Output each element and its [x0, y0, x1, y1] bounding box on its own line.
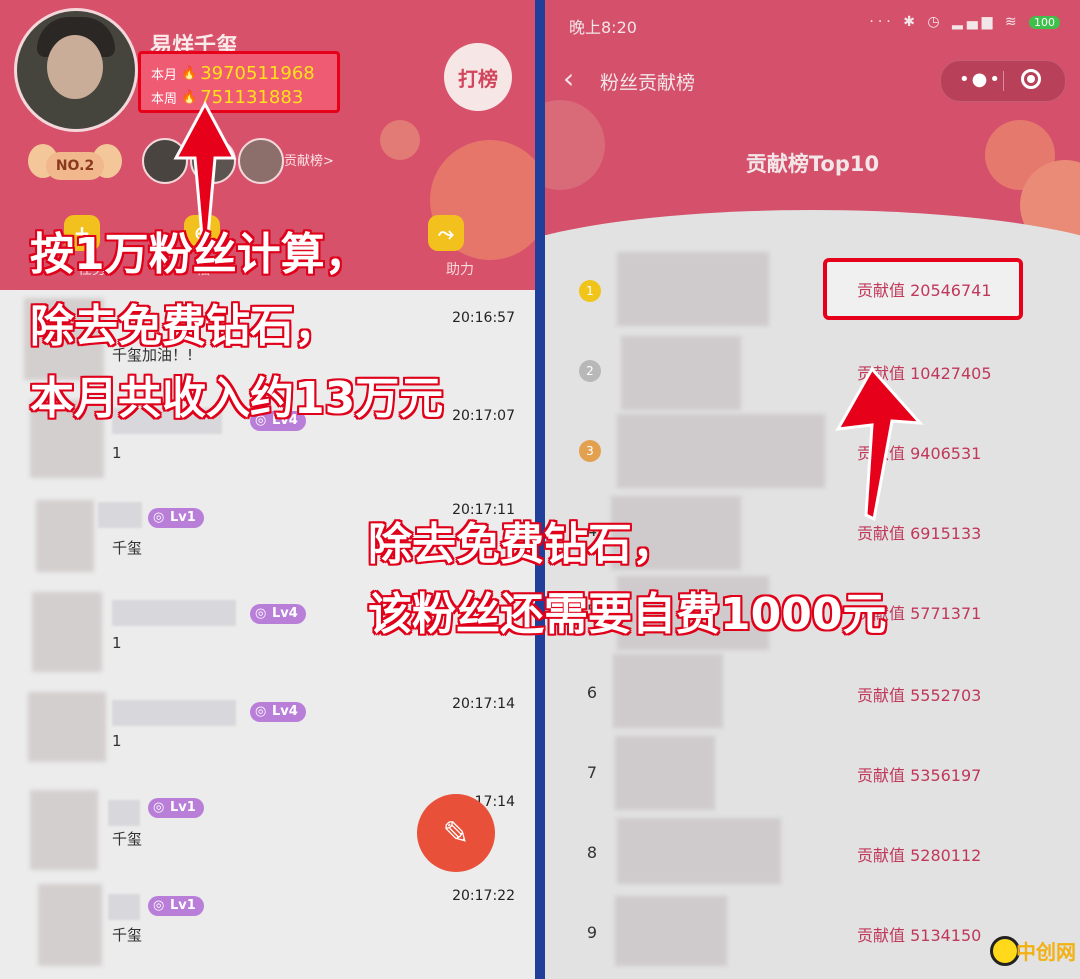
avatar	[617, 414, 825, 488]
share-icon[interactable]: ⤳	[428, 215, 464, 251]
alarm-icon: ◷	[927, 14, 944, 30]
rank-number: 9	[586, 923, 598, 942]
gold-medal-icon: 1	[579, 280, 601, 302]
red-arrow-up	[835, 366, 924, 522]
timestamp: 20:17:07	[452, 408, 515, 424]
signal-icon: ▂▄▆	[952, 14, 997, 30]
table-row[interactable]: 3 贡献值 9406531	[545, 412, 1080, 492]
level-badge: Lv1	[148, 798, 204, 818]
username	[108, 894, 140, 920]
rank-badge-label: NO.2	[46, 152, 104, 180]
more-icon[interactable]: •●•	[959, 69, 1002, 90]
watermark-text: 中创网	[1016, 940, 1076, 964]
rank-number: 6	[586, 683, 598, 702]
timestamp: 20:17:22	[452, 888, 515, 904]
table-row[interactable]: 6 贡献值 5552703	[545, 652, 1080, 732]
more-dots-icon: ···	[869, 14, 895, 30]
avatar	[28, 692, 106, 762]
table-row[interactable]: 2 贡献值 10427405	[545, 332, 1080, 412]
level-badge: Lv4	[250, 702, 306, 722]
capsule-divider	[1003, 71, 1004, 91]
watermark-logo: 中创网	[990, 930, 1076, 975]
list-item[interactable]: Lv1 20:17:22 千玺	[0, 880, 535, 977]
decor-bubble	[380, 120, 420, 160]
pencil-icon[interactable]: ✎	[417, 794, 495, 872]
bluetooth-icon: ✱	[903, 14, 919, 30]
username	[108, 800, 140, 826]
section-title: 贡献榜Top10	[745, 152, 880, 176]
annotation-line: 除去免费钻石，	[368, 519, 676, 570]
username	[112, 600, 236, 626]
avatar	[621, 336, 741, 410]
message-text: 千玺	[112, 539, 143, 557]
avatar	[617, 252, 769, 326]
score-value: 贡献值 5280112	[857, 846, 982, 865]
status-icons: ··· ✱ ◷ ▂▄▆ ≋ 100	[869, 14, 1060, 30]
month-stat: 本月 🔥 3970511968	[151, 62, 315, 84]
timestamp: 20:16:57	[452, 310, 515, 326]
username	[112, 700, 236, 726]
bronze-medal-icon: 3	[579, 440, 601, 462]
score-value: 贡献值 20546741	[857, 281, 992, 300]
highlight-box: 贡献值 20546741	[823, 258, 1023, 320]
message-text: 1	[112, 634, 122, 652]
rank-button[interactable]: 打榜	[444, 43, 512, 111]
status-time: 晚上8:20	[569, 18, 637, 37]
username	[98, 502, 142, 528]
month-label: 本月	[151, 67, 178, 83]
message-text: 千玺	[112, 830, 143, 848]
miniprogram-capsule: •●•	[940, 60, 1066, 102]
message-text: 千玺	[112, 926, 143, 944]
level-badge: Lv1	[148, 896, 204, 916]
avatar	[615, 896, 727, 966]
panel-divider	[535, 0, 545, 979]
right-screenshot: 晚上8:20 ··· ✱ ◷ ▂▄▆ ≋ 100 ‹ 粉丝贡献榜 •●• 贡献榜…	[545, 0, 1080, 979]
wifi-icon: ≋	[1004, 14, 1021, 30]
contrib-link[interactable]: 贡献榜>	[284, 150, 334, 169]
avatar	[32, 592, 102, 672]
page-title: 粉丝贡献榜	[600, 72, 696, 94]
left-screenshot: 易烊千玺 本月 🔥 3970511968 本周 🔥 751131883 打榜 N…	[0, 0, 535, 979]
annotation-line: 按1万粉丝计算，	[30, 229, 369, 280]
message-text: 1	[112, 732, 122, 750]
timestamp: 20:17:14	[452, 696, 515, 712]
close-target-icon[interactable]	[1021, 69, 1041, 89]
action-label: 助力	[446, 262, 474, 278]
level-badge: Lv1	[148, 508, 204, 528]
message-text: 1	[112, 444, 122, 462]
top-fan-avatar[interactable]	[238, 138, 284, 184]
score-value: 贡献值 5134150	[857, 926, 982, 945]
avatar	[613, 654, 723, 728]
level-badge: Lv4	[250, 604, 306, 624]
table-row[interactable]: 8 贡献值 5280112	[545, 812, 1080, 892]
rank-number: 7	[586, 763, 598, 782]
annotation-line: 除去免费钻石，	[30, 301, 338, 352]
avatar	[30, 790, 98, 870]
flame-icon: 🔥	[181, 65, 198, 81]
annotation-line: 本月共收入约13万元	[30, 373, 444, 424]
rank-badge: NO.2	[28, 140, 122, 190]
back-arrow-icon[interactable]: ‹	[563, 62, 574, 95]
avatar	[617, 818, 781, 884]
annotation-line: 该粉丝还需要自费1000元	[368, 589, 887, 640]
battery-icon: 100	[1029, 16, 1060, 29]
table-row[interactable]: 7 贡献值 5356197	[545, 732, 1080, 812]
score-value: 贡献值 5552703	[857, 686, 982, 705]
avatar	[36, 500, 94, 572]
leaderboard-header: 晚上8:20 ··· ✱ ◷ ▂▄▆ ≋ 100 ‹ 粉丝贡献榜 •●• 贡献榜…	[545, 0, 1080, 250]
rank-number: 8	[586, 843, 598, 862]
avatar	[38, 884, 102, 966]
score-value: 贡献值 5356197	[857, 766, 982, 785]
avatar	[615, 736, 715, 810]
list-item[interactable]: Lv4 20:17:14 1	[0, 686, 535, 783]
month-value: 3970511968	[200, 62, 315, 84]
silver-medal-icon: 2	[579, 360, 601, 382]
idol-avatar[interactable]	[14, 8, 138, 132]
